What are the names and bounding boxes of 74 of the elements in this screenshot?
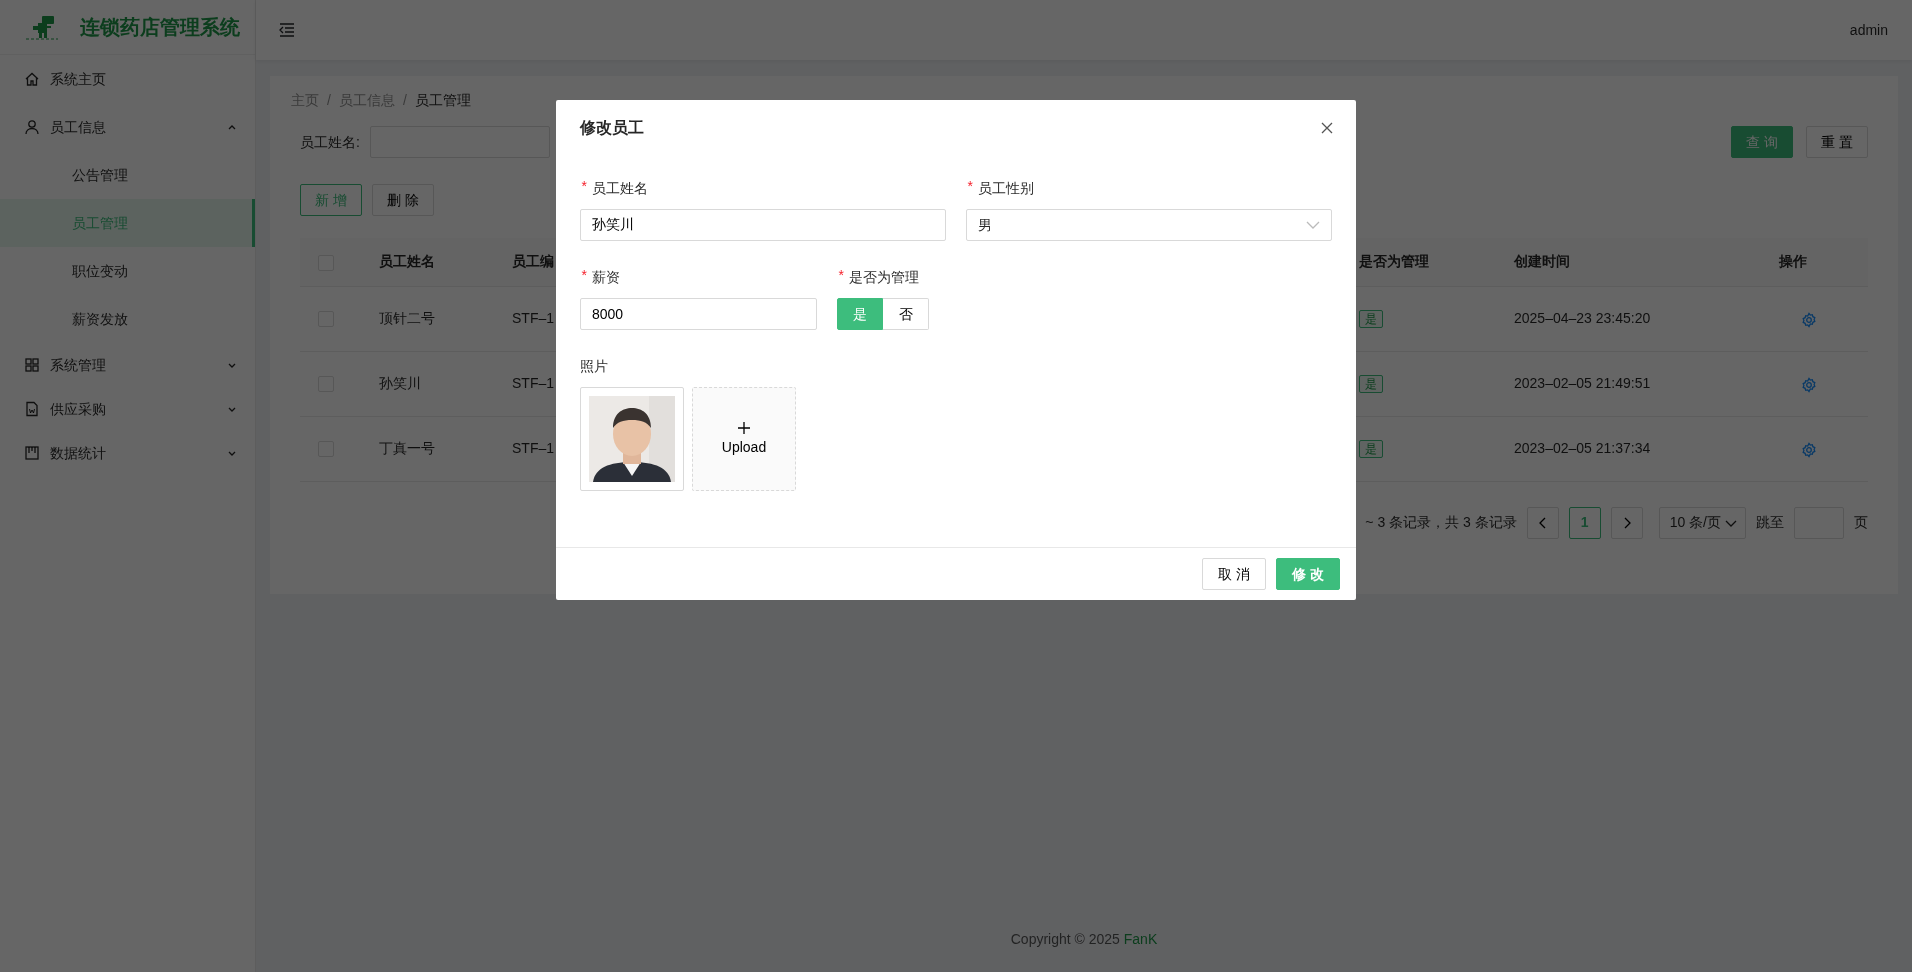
table-cell: 2023–02–05 21:49:51 [1514,375,1651,391]
next-page-button[interactable] [1610,506,1643,539]
column-header: 创建时间 [1514,253,1570,270]
sidebar-item[interactable]: 供应采购 [0,387,255,431]
home-icon [24,71,40,87]
reset-button[interactable]: 重 置 [1806,126,1868,158]
settings-button[interactable] [1801,310,1817,328]
document-icon [24,401,40,417]
status-tag: 是 [1359,310,1383,328]
status-tag: 是 [1359,440,1383,458]
page-button[interactable]: 1 [1568,506,1601,539]
table-cell: 丁真一号 [379,440,435,456]
toggle-option[interactable]: 是 [837,298,883,330]
dialog-title: 修改员工 [580,118,644,138]
table-cell: 2025–04–23 23:45:20 [1514,310,1651,326]
breadcrumb-separator: / [402,91,407,110]
menu-toggle-icon[interactable] [278,21,296,39]
settings-button[interactable] [1801,440,1817,458]
submenu-item[interactable]: 公告管理 [0,151,255,199]
board-icon [24,445,40,461]
field-label: 照片 [580,357,608,376]
required-mark: * [580,179,589,198]
jump-label: 跳至 [1756,513,1784,532]
status-tag: 是 [1359,375,1383,393]
previous-page-button[interactable] [1526,506,1559,539]
breadcrumb-item: 员工管理 [414,91,471,110]
column-header: 是否为管理 [1359,253,1429,270]
input-field[interactable]: 孙笑川 [580,209,946,241]
app-title: 连锁药店管理系统 [80,15,240,40]
required-mark: * [837,268,846,287]
submenu-item[interactable]: 薪资发放 [0,295,255,343]
toggle-option[interactable]: 否 [883,298,929,330]
page-size-select[interactable]: 10 条/页 [1658,506,1746,539]
add-button[interactable]: 新 增 [300,184,362,216]
sidebar-item[interactable]: 数据统计 [0,431,255,475]
upload-button[interactable]: Upload [692,387,796,491]
table-cell: STF–1 [512,440,554,456]
page-suffix: 页 [1854,513,1868,532]
table-cell: 孙笑川 [379,375,421,391]
sidebar-item[interactable]: 系统管理 [0,343,255,387]
table-cell: STF–1 [512,375,554,391]
table-cell: 顶针二号 [379,310,435,326]
sidebar-item[interactable]: 系统主页 [0,55,255,103]
copyright-text: Copyright © 2025 FanK [1010,931,1158,947]
breadcrumb-separator: / [327,91,331,110]
required-mark: * [580,268,589,287]
submenu-item[interactable]: 职位变动 [0,247,255,295]
pagination-summary: ~ 3 条记录，共 3 条记录 [1365,513,1517,532]
column-header: 员工姓名 [379,253,435,270]
table-cell: STF–1 [512,310,554,326]
submit-button[interactable]: 修 改 [1276,558,1340,590]
required-mark: * [966,179,975,198]
query-button[interactable]: 查 询 [1731,126,1794,158]
chevron-down-icon [1306,219,1320,231]
user-name[interactable]: admin [1849,19,1888,41]
close-icon [1320,121,1334,135]
table-cell: 2023–02–05 21:37:34 [1514,440,1651,456]
field-label: 薪资 [592,268,621,287]
grid-icon [24,357,40,373]
search-label: 员工姓名: [300,132,360,152]
settings-button[interactable] [1801,375,1817,393]
field-label: 员工性别 [978,179,1035,198]
delete-button[interactable]: 删 除 [371,184,434,216]
select-field[interactable]: 男 [966,209,1332,241]
user-icon [24,119,40,135]
plus-icon [737,420,751,435]
field-label: 是否为管理 [849,268,920,287]
column-header: 操作 [1779,253,1807,270]
dinosaur-icon [24,13,60,41]
input-field[interactable]: 8000 [580,298,817,330]
sidebar-item[interactable]: 员工信息 [0,103,255,151]
field-label: 员工姓名 [592,179,649,198]
cancel-button[interactable]: 取 消 [1202,558,1266,590]
column-header: 员工编 [512,253,554,270]
